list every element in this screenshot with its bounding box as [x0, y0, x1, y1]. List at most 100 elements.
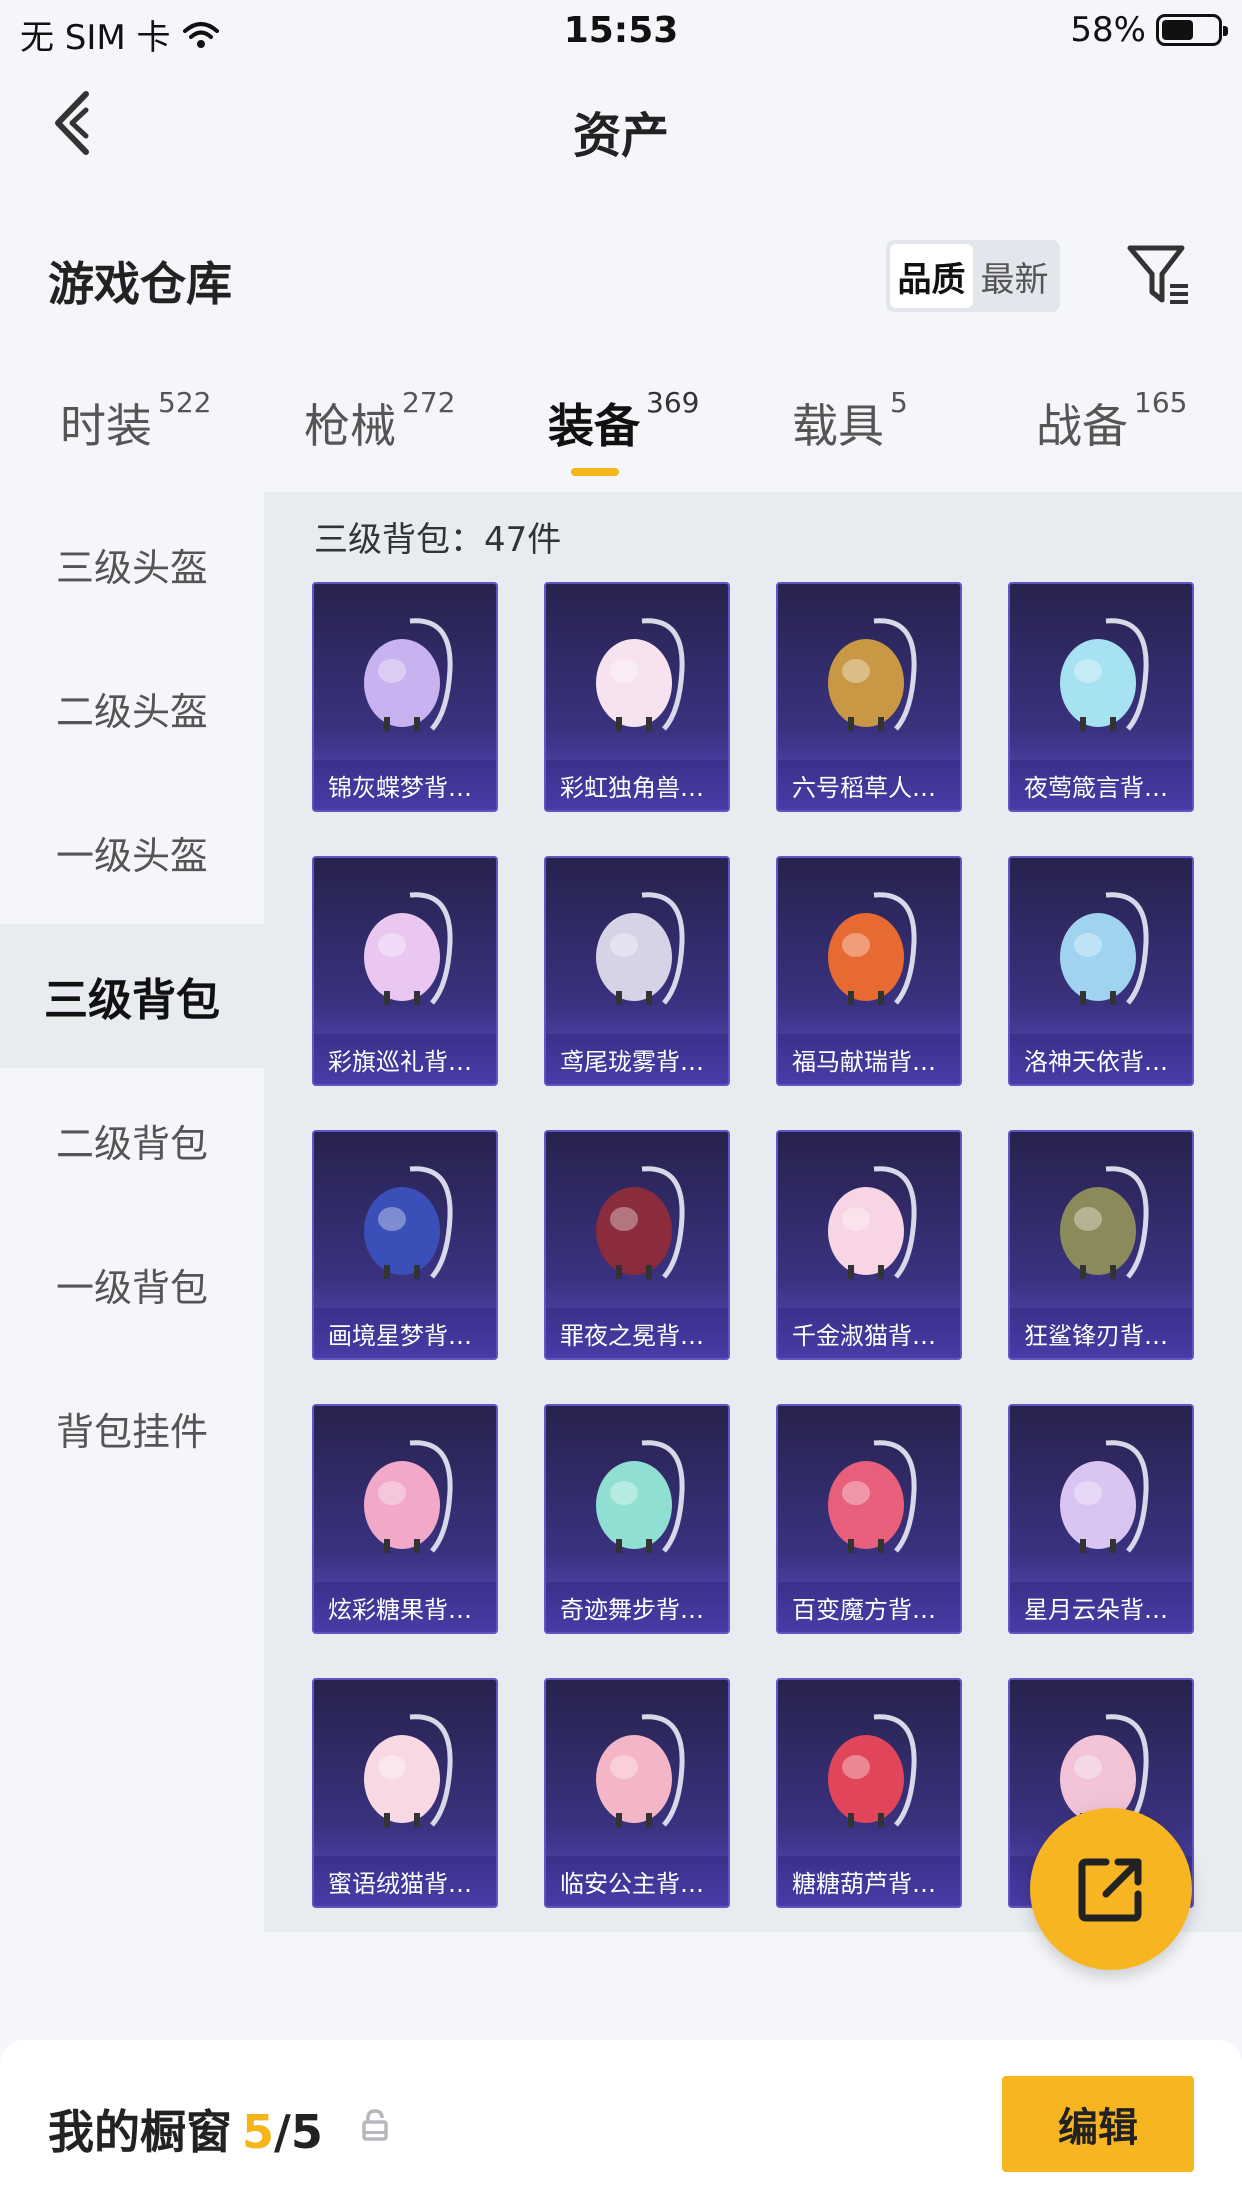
item-card[interactable]: 炫彩糖果背… [312, 1404, 498, 1634]
item-card[interactable]: 奇迹舞步背… [544, 1404, 730, 1634]
item-name: 千金淑猫背… [778, 1308, 960, 1358]
section-title: 游戏仓库 [48, 257, 232, 311]
item-name: 六号稻草人… [778, 760, 960, 810]
item-card[interactable]: 千金淑猫背… [776, 1130, 962, 1360]
share-button[interactable] [1030, 1808, 1192, 1970]
backpack-image [314, 1406, 496, 1586]
battery-icon [1156, 14, 1228, 46]
item-name: 炫彩糖果背… [314, 1582, 496, 1632]
item-card[interactable]: 蜜语绒猫背… [312, 1678, 498, 1908]
edit-button[interactable]: 编辑 [1002, 2076, 1194, 2172]
showcase-total: /5 [274, 2105, 323, 2159]
sidebar-item-backpack-charm[interactable]: 背包挂件 [0, 1356, 264, 1500]
item-name: 奇迹舞步背… [546, 1582, 728, 1632]
item-count-summary: 三级背包：47件 [314, 520, 562, 560]
backpack-image [546, 1132, 728, 1312]
showcase-bar: 我的橱窗 5/5 编辑 [0, 2040, 1242, 2208]
share-icon [1078, 1858, 1142, 1922]
item-name: 狂鲨锋刃背… [1010, 1308, 1192, 1358]
sidebar-item-level3-helmet[interactable]: 三级头盔 [0, 492, 264, 636]
tab-label: 载具 [792, 399, 884, 453]
item-card[interactable]: 六号稻草人… [776, 582, 962, 812]
active-tab-indicator [571, 468, 619, 476]
item-card[interactable]: 星月云朵背… [1008, 1404, 1194, 1634]
sort-option-quality[interactable]: 品质 [890, 244, 973, 308]
sidebar-item-level3-backpack[interactable]: 三级背包 [0, 924, 264, 1068]
tab-count: 272 [402, 386, 456, 419]
sidebar-item-level2-backpack[interactable]: 二级背包 [0, 1068, 264, 1212]
tab-label: 战备 [1036, 399, 1128, 453]
tab-label: 装备 [548, 399, 640, 453]
backpack-image [314, 1680, 496, 1860]
tab-count: 5 [890, 386, 908, 419]
item-card[interactable]: 画境星梦背… [312, 1130, 498, 1360]
page-title: 资产 [572, 108, 669, 164]
item-card[interactable]: 临安公主背… [544, 1678, 730, 1908]
battery-level [1162, 20, 1194, 40]
item-name: 夜莺箴言背… [1010, 760, 1192, 810]
backpack-image [314, 1132, 496, 1312]
sidebar-item-level1-backpack[interactable]: 一级背包 [0, 1212, 264, 1356]
tab-label: 时装 [60, 399, 152, 453]
tab-vehicles[interactable]: 载具 5 [792, 386, 908, 456]
item-name: 鸢尾珑雾背… [546, 1034, 728, 1084]
tab-firearms[interactable]: 枪械 272 [304, 386, 455, 456]
item-name: 彩虹独角兽… [546, 760, 728, 810]
sidebar: 三级头盔 二级头盔 一级头盔 三级背包 二级背包 一级背包 背包挂件 [0, 492, 264, 1500]
category-tabs: 时装 522 枪械 272 装备 369 载具 5 战备 165 [0, 386, 1242, 480]
item-card[interactable]: 彩虹独角兽… [544, 582, 730, 812]
showcase-count: 5 [242, 2105, 275, 2159]
status-right: 58% [1070, 10, 1228, 50]
backpack-image [778, 858, 960, 1038]
item-card[interactable]: 彩旗巡礼背… [312, 856, 498, 1086]
item-name: 罪夜之冕背… [546, 1308, 728, 1358]
item-card[interactable]: 夜莺箴言背… [1008, 582, 1194, 812]
backpack-image [1010, 1132, 1192, 1312]
backpack-image [1010, 1406, 1192, 1586]
item-card[interactable]: 糖糖葫芦背… [776, 1678, 962, 1908]
tab-combat-supplies[interactable]: 战备 165 [1036, 386, 1187, 456]
item-name: 福马献瑞背… [778, 1034, 960, 1084]
backpack-image [546, 858, 728, 1038]
item-name: 百变魔方背… [778, 1582, 960, 1632]
backpack-image [546, 584, 728, 764]
item-card[interactable]: 百变魔方背… [776, 1404, 962, 1634]
tab-count: 165 [1134, 386, 1188, 419]
backpack-image [314, 584, 496, 764]
lock-icon [362, 2109, 388, 2141]
item-content: 三级背包：47件 锦灰蝶梦背… 彩虹独角兽… 六号稻草人… 夜莺箴言背… 彩旗巡礼背… 鸢… [264, 492, 1242, 1932]
backpack-image [1010, 584, 1192, 764]
backpack-image [546, 1406, 728, 1586]
item-card[interactable]: 锦灰蝶梦背… [312, 582, 498, 812]
tab-fashion[interactable]: 时装 522 [60, 386, 211, 456]
battery-percent: 58% [1070, 10, 1146, 50]
backpack-image [778, 584, 960, 764]
item-card[interactable]: 鸢尾珑雾背… [544, 856, 730, 1086]
nav-bar: 资产 [0, 80, 1242, 170]
sidebar-item-level1-helmet[interactable]: 一级头盔 [0, 780, 264, 924]
item-name: 画境星梦背… [314, 1308, 496, 1358]
item-name: 锦灰蝶梦背… [314, 760, 496, 810]
item-name: 星月云朵背… [1010, 1582, 1192, 1632]
status-bar: 无 SIM 卡 15:53 58% [0, 0, 1242, 62]
item-name: 临安公主背… [546, 1856, 728, 1906]
tab-count: 369 [646, 386, 700, 419]
sort-option-latest[interactable]: 最新 [973, 244, 1056, 308]
sidebar-item-level2-helmet[interactable]: 二级头盔 [0, 636, 264, 780]
item-card[interactable]: 洛神天依背… [1008, 856, 1194, 1086]
backpack-image [546, 1680, 728, 1860]
item-name: 洛神天依背… [1010, 1034, 1192, 1084]
tab-equipment[interactable]: 装备 369 [548, 386, 699, 456]
item-card[interactable]: 罪夜之冕背… [544, 1130, 730, 1360]
backpack-image [314, 858, 496, 1038]
status-time: 15:53 [563, 10, 679, 51]
item-card[interactable]: 福马献瑞背… [776, 856, 962, 1086]
tab-count: 522 [158, 386, 212, 419]
item-name: 彩旗巡礼背… [314, 1034, 496, 1084]
tab-label: 枪械 [304, 399, 396, 453]
item-name: 糖糖葫芦背… [778, 1856, 960, 1906]
backpack-image [778, 1132, 960, 1312]
showcase-title: 我的橱窗 5/5 [48, 2096, 323, 2162]
item-card[interactable]: 狂鲨锋刃背… [1008, 1130, 1194, 1360]
filter-button[interactable] [1126, 242, 1192, 308]
